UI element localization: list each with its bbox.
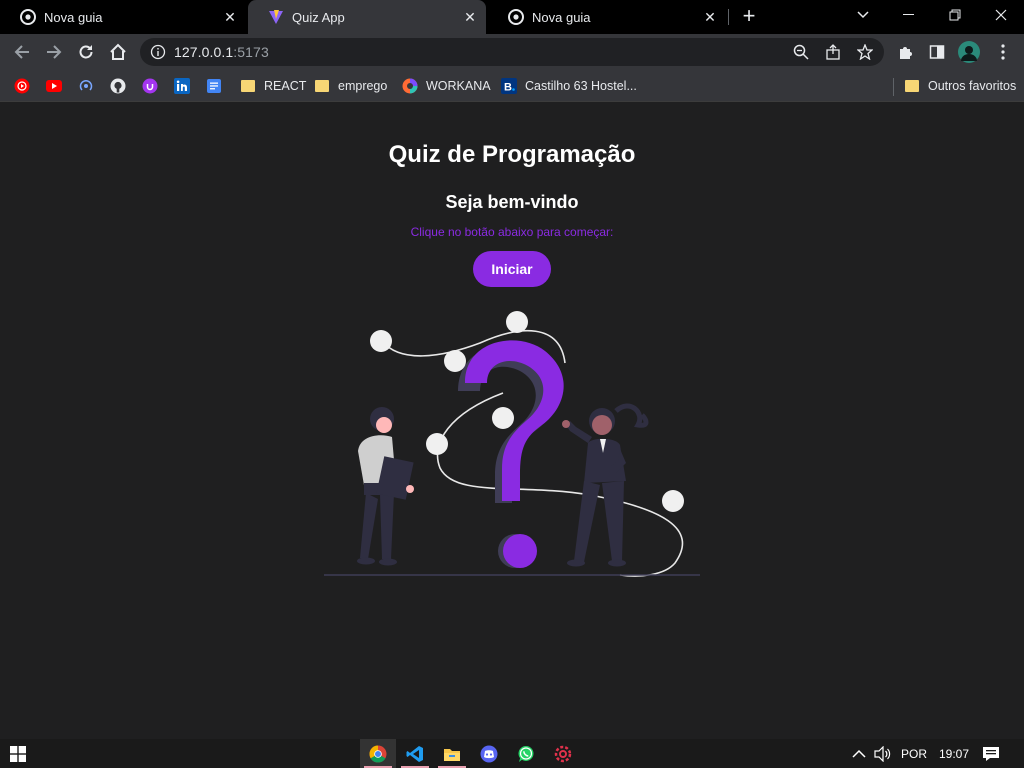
home-icon[interactable] <box>105 39 131 65</box>
chrome-icon <box>20 9 36 25</box>
youtube-music-icon <box>14 78 30 94</box>
bookmarks-separator <box>893 78 894 96</box>
other-bookmarks-folder[interactable]: Outros favoritos <box>904 76 1016 96</box>
bookmark-emprego-folder[interactable]: emprego <box>314 76 387 96</box>
taskbar: POR 19:07 <box>0 739 1024 768</box>
page-content: Quiz de Programação Seja bem-vindo Cliqu… <box>0 103 1024 739</box>
vite-icon <box>268 9 284 25</box>
new-tab-button[interactable]: + <box>737 5 761 29</box>
bookmark-youtube[interactable] <box>46 76 62 96</box>
folder-icon <box>240 78 256 94</box>
page-title: Quiz de Programação <box>388 141 636 168</box>
clock[interactable]: 19:07 <box>939 739 969 768</box>
bookmark-label: Outros favoritos <box>928 79 1017 93</box>
site-info-icon[interactable] <box>150 44 166 60</box>
bookmark-workana[interactable]: WORKANA <box>402 76 491 96</box>
bookmark-github[interactable] <box>110 76 126 96</box>
close-tab-icon[interactable]: ✕ <box>222 9 238 25</box>
start-hint: Clique no botão abaixo para começar: <box>410 225 614 239</box>
tab-separator <box>728 9 729 25</box>
browser-toolbar: 127.0.0.1:5173 <box>0 34 1024 70</box>
tab-search-icon[interactable] <box>840 0 886 30</box>
taskbar-settings-icon[interactable] <box>545 739 581 768</box>
bookmark-star-icon[interactable] <box>856 43 874 61</box>
docs-icon <box>206 78 222 94</box>
forward-icon[interactable] <box>41 39 67 65</box>
workana-icon <box>402 78 418 94</box>
bookmarks-bar: REACT emprego WORKANA B Castilho 63 Host… <box>0 70 1024 102</box>
zoom-icon[interactable] <box>792 43 810 61</box>
restore-icon[interactable] <box>932 0 978 30</box>
start-button[interactable]: Iniciar <box>473 251 551 287</box>
linkedin-icon <box>174 78 190 94</box>
extensions-icon[interactable] <box>895 41 917 63</box>
taskbar-vscode-icon[interactable] <box>397 739 433 768</box>
url-host: 127.0.0.1 <box>174 44 234 60</box>
bookmark-react-folder[interactable]: REACT <box>240 76 306 96</box>
bookmark-castilho-hostel[interactable]: B Castilho 63 Hostel... <box>501 76 637 96</box>
welcome-heading: Seja bem-vindo <box>445 192 579 212</box>
youtube-icon <box>46 78 62 94</box>
taskbar-whatsapp-icon[interactable] <box>508 739 544 768</box>
windows-start-icon[interactable] <box>0 739 36 768</box>
bookmark-linkedin[interactable] <box>174 76 190 96</box>
tab-strip: Nova guia ✕ Quiz App ✕ Nova guia ✕ + <box>0 0 1024 34</box>
tray-overflow-icon[interactable] <box>852 739 866 768</box>
bookmark-label: WORKANA <box>426 79 491 93</box>
bookmark-podcast[interactable] <box>78 76 94 96</box>
chrome-icon <box>508 9 524 25</box>
reload-icon[interactable] <box>73 39 99 65</box>
taskbar-chrome-icon[interactable] <box>360 739 396 768</box>
bookmark-label: Castilho 63 Hostel... <box>525 79 637 93</box>
taskbar-discord-icon[interactable] <box>471 739 507 768</box>
side-panel-icon[interactable] <box>926 41 948 63</box>
avatar[interactable] <box>958 41 980 63</box>
bookmark-label: emprego <box>338 79 388 93</box>
minimize-icon[interactable] <box>886 0 932 30</box>
volume-icon[interactable] <box>874 739 892 768</box>
svg-text:B: B <box>504 82 512 94</box>
tab-nova-guia-2[interactable]: Nova guia ✕ <box>488 0 726 34</box>
close-tab-icon[interactable]: ✕ <box>462 9 478 25</box>
url-text: 127.0.0.1:5173 <box>174 44 269 60</box>
address-bar[interactable]: 127.0.0.1:5173 <box>140 38 884 66</box>
bookmark-youtube-music[interactable] <box>14 76 30 96</box>
podcast-icon <box>78 78 94 94</box>
tab-nova-guia-1[interactable]: Nova guia ✕ <box>0 0 246 34</box>
folder-icon <box>904 78 920 94</box>
close-tab-icon[interactable]: ✕ <box>702 9 718 25</box>
notifications-icon[interactable] <box>982 739 1000 768</box>
tab-label: Quiz App <box>292 9 345 25</box>
close-window-icon[interactable] <box>978 0 1024 30</box>
tab-label: Nova guia <box>532 9 591 25</box>
tab-quiz-app[interactable]: Quiz App ✕ <box>248 0 486 34</box>
booking-icon: B <box>501 78 517 94</box>
url-port: :5173 <box>233 44 269 60</box>
tab-label: Nova guia <box>44 9 103 25</box>
udemy-icon <box>142 78 158 94</box>
bookmark-label: REACT <box>264 79 307 93</box>
menu-icon[interactable] <box>992 41 1014 63</box>
bookmark-udemy[interactable] <box>142 76 158 96</box>
github-icon <box>110 78 126 94</box>
share-icon[interactable] <box>824 43 842 61</box>
language-indicator[interactable]: POR <box>901 739 927 768</box>
bookmark-docs[interactable] <box>206 76 222 96</box>
back-icon[interactable] <box>9 39 35 65</box>
taskbar-file-explorer-icon[interactable] <box>434 739 470 768</box>
folder-icon <box>314 78 330 94</box>
quiz-illustration <box>320 303 710 583</box>
